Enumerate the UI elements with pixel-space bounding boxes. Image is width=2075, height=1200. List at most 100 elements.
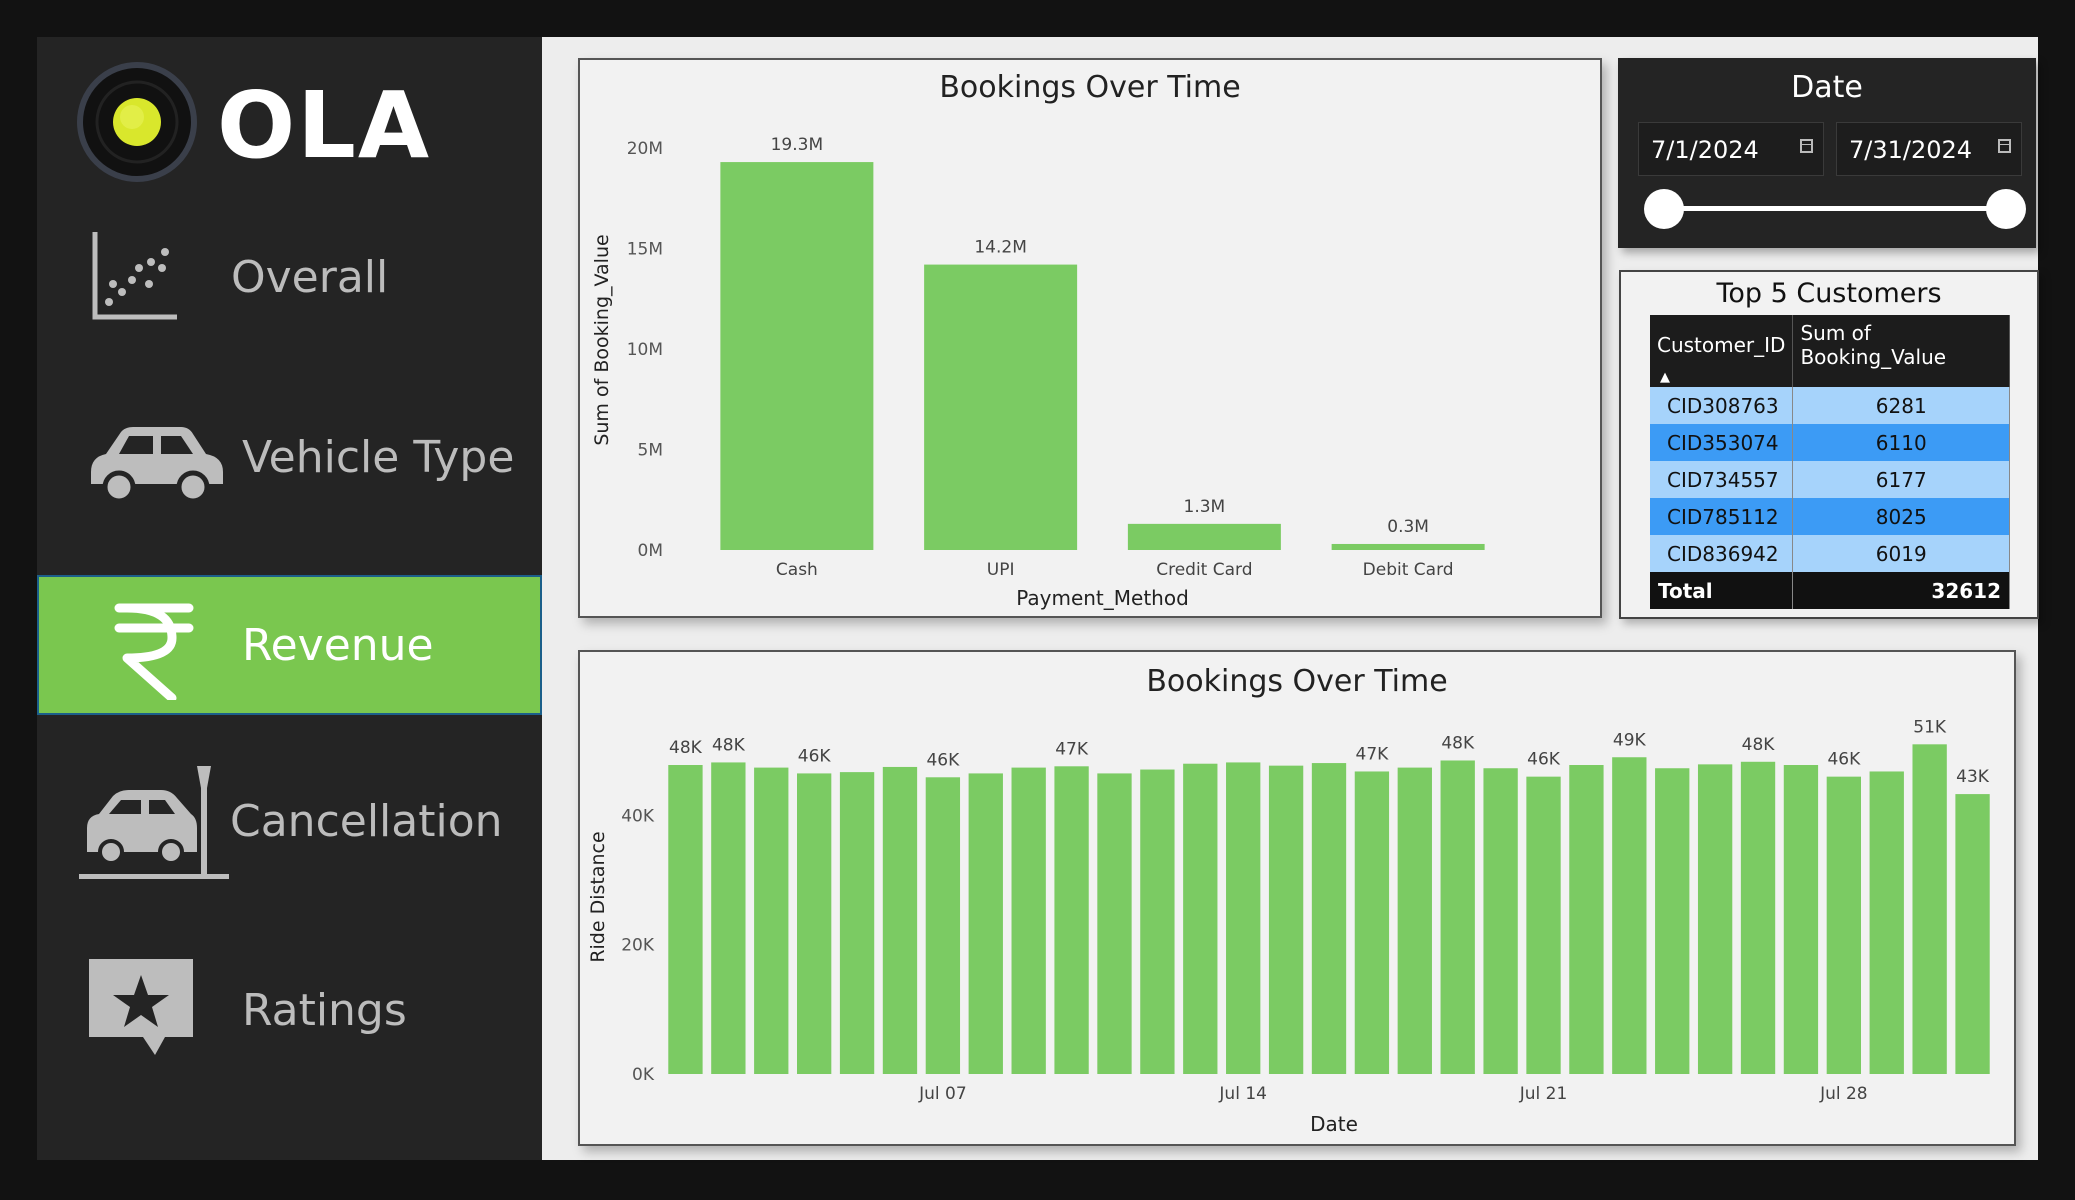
customer-id-cell: CID785112: [1650, 498, 1794, 535]
customer-id-cell: CID353074: [1650, 424, 1794, 461]
y-axis-title: Sum of Booking_Value: [591, 234, 613, 445]
bar: [1127, 523, 1281, 550]
bar: [1783, 765, 1819, 1074]
x-tick-label: UPI: [987, 560, 1015, 580]
booking-value-cell: 6110: [1792, 424, 2010, 461]
x-tick-label: Jul 07: [918, 1084, 967, 1104]
nav-item-revenue[interactable]: Revenue: [37, 575, 542, 715]
x-axis-title: Payment_Method: [1016, 586, 1189, 610]
data-label: 1.3M: [1184, 497, 1226, 517]
payment-method-bar-chart: 0M 5M 10M 15M 20M 19.3M Cash 14.2M UPI 1.3M Credit…: [591, 135, 1485, 610]
rupee-icon: [114, 603, 194, 700]
bar: [1011, 767, 1046, 1074]
bar: [1354, 771, 1390, 1074]
top-customers-table: Customer_ID ▲ Sum of Booking_Value CID30…: [1650, 315, 2010, 609]
y-tick-label: 20M: [627, 139, 663, 159]
y-tick-label: 0K: [632, 1065, 655, 1085]
calendar-icon[interactable]: [1800, 139, 1813, 153]
end-date-handle[interactable]: [1986, 189, 2026, 229]
table-total-row: Total 32612: [1650, 572, 2010, 609]
bar: [668, 765, 703, 1074]
car-crash-icon: [79, 766, 229, 879]
data-label: 48K: [1742, 735, 1776, 755]
bar: [1869, 771, 1904, 1074]
start-date-value: 7/1/2024: [1651, 136, 1759, 164]
nav-item-overall[interactable]: Overall: [37, 207, 542, 347]
data-label: 19.3M: [771, 135, 824, 155]
bar: [1054, 766, 1089, 1074]
table-row[interactable]: CID785112 8025: [1650, 498, 2010, 535]
y-tick-label: 0M: [638, 541, 663, 561]
bar: [1397, 767, 1432, 1074]
customer-id-cell: CID836942: [1650, 535, 1794, 572]
x-tick-label: Jul 21: [1519, 1084, 1568, 1104]
bar: [1526, 776, 1561, 1074]
data-label: 46K: [798, 746, 832, 766]
nav-item-cancellation[interactable]: Cancellation: [37, 751, 542, 891]
customer-id-cell: CID734557: [1650, 461, 1794, 498]
nav-label: Ratings: [242, 984, 407, 1036]
x-tick-label: Cash: [776, 560, 818, 580]
date-slicer-title: Date: [1791, 70, 1863, 105]
bar: [1569, 765, 1604, 1074]
data-label: 47K: [1356, 744, 1390, 764]
bar: [1655, 768, 1690, 1074]
table-row[interactable]: CID353074 6110: [1650, 424, 2010, 461]
x-tick-label: Debit Card: [1363, 560, 1454, 580]
data-label: 51K: [1913, 717, 1947, 737]
data-label: 48K: [1441, 733, 1475, 753]
sidebar: OLA Overall Vehicle Type Revenue Cancell…: [37, 37, 542, 1160]
y-tick-label: 10M: [627, 340, 663, 360]
booking-value-cell: 6281: [1792, 387, 2010, 424]
table-row[interactable]: CID308763 6281: [1650, 387, 2010, 424]
bar: [1097, 773, 1132, 1074]
nav-label: Vehicle Type: [242, 431, 515, 483]
bar: [1183, 763, 1218, 1074]
date-range-track[interactable]: [1663, 206, 1993, 211]
data-label: 48K: [712, 735, 746, 755]
start-date-input[interactable]: 7/1/2024: [1638, 122, 1824, 176]
end-date-input[interactable]: 7/31/2024: [1836, 122, 2022, 176]
logo-text: OLA: [217, 72, 431, 179]
bar: [882, 766, 918, 1074]
table-row[interactable]: CID836942 6019: [1650, 535, 2010, 572]
bar: [1740, 761, 1776, 1074]
y-tick-label: 40K: [621, 806, 655, 826]
column-header-customer-id[interactable]: Customer_ID ▲: [1650, 315, 1794, 387]
nav-item-vehicle-type[interactable]: Vehicle Type: [37, 387, 542, 527]
column-header-booking-value[interactable]: Sum of Booking_Value: [1792, 315, 2010, 387]
column-header-label: Customer_ID: [1657, 333, 1786, 357]
nav-item-ratings[interactable]: Ratings: [37, 940, 542, 1080]
bar: [1912, 744, 1947, 1074]
bar: [1955, 794, 1990, 1074]
bar: [1140, 769, 1175, 1074]
table-row[interactable]: CID734557 6177: [1650, 461, 2010, 498]
nav-label: Revenue: [242, 619, 434, 671]
data-label: 48K: [669, 738, 703, 758]
bar: [1826, 776, 1861, 1074]
data-label: 46K: [926, 750, 960, 770]
data-label: 46K: [1827, 750, 1861, 770]
bar: [1697, 764, 1733, 1074]
total-label: Total: [1650, 572, 1794, 609]
bar: [924, 264, 1078, 550]
bar: [1331, 543, 1485, 550]
bar: [754, 767, 789, 1074]
calendar-icon[interactable]: [1998, 139, 2011, 153]
booking-value-cell: 6177: [1792, 461, 2010, 498]
bar: [968, 773, 1003, 1074]
start-date-handle[interactable]: [1644, 189, 1684, 229]
data-label: 49K: [1613, 730, 1647, 750]
bar: [797, 773, 832, 1074]
bar: [1612, 757, 1647, 1074]
daily-bar-chart: 0K 20K 40K 48K 48K 46K 46K 47K 47K 48K 46K 49K 48K 46…: [587, 717, 1990, 1136]
booking-value-cell: 6019: [1792, 535, 2010, 572]
y-axis-title: Ride Distance: [587, 831, 609, 962]
ola-logo: OLA: [77, 57, 437, 191]
bar: [1226, 762, 1261, 1074]
data-label: 0.3M: [1387, 517, 1429, 537]
star-speech-bubble-icon: [89, 959, 193, 1055]
x-tick-label: Jul 14: [1218, 1084, 1267, 1104]
y-tick-label: 15M: [627, 240, 663, 260]
bar: [1311, 763, 1347, 1074]
